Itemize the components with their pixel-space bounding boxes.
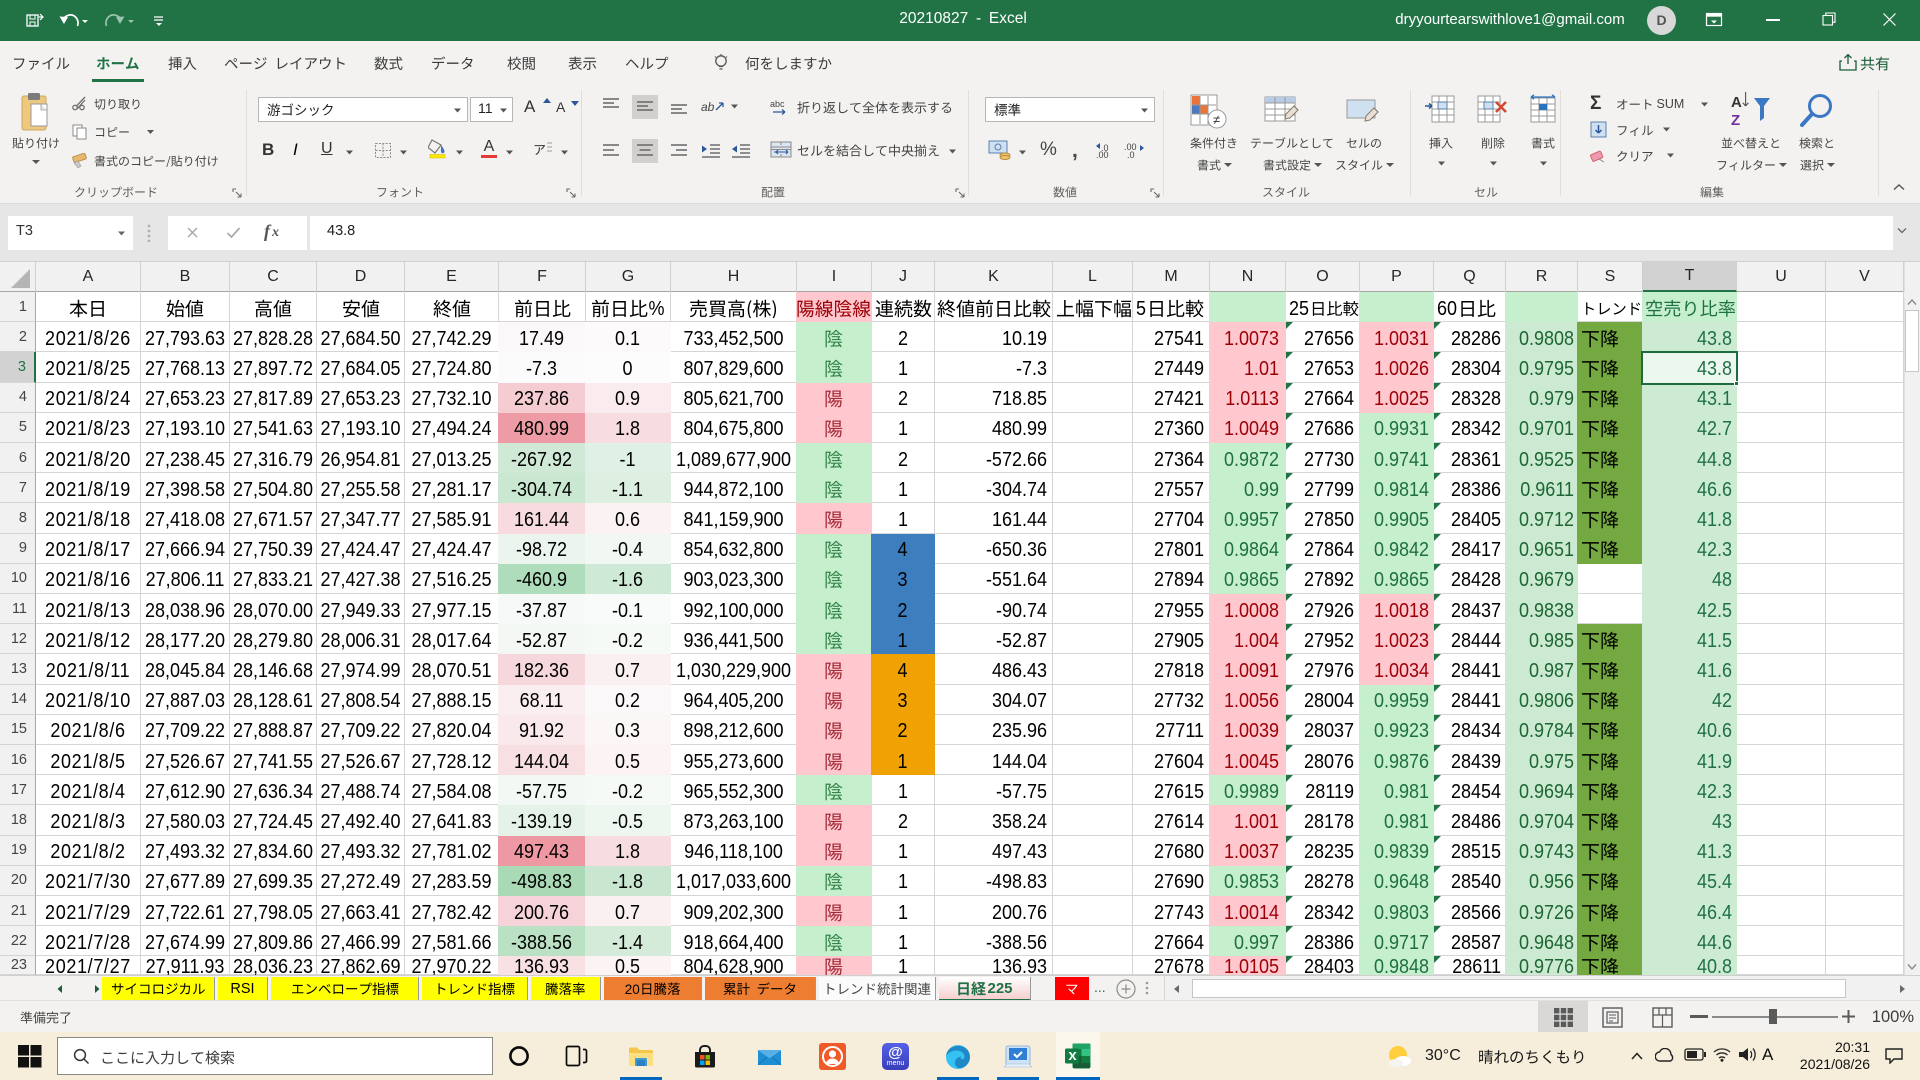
svg-text:≠: ≠ [1213,112,1220,127]
svg-text:Z: Z [1731,112,1740,129]
svg-text:ab: ab [701,100,715,114]
svg-text:abc: abc [770,99,785,109]
svg-text:.00: .00 [1096,150,1109,159]
svg-text:A: A [1731,94,1742,111]
svg-text:.0: .0 [1127,150,1135,159]
